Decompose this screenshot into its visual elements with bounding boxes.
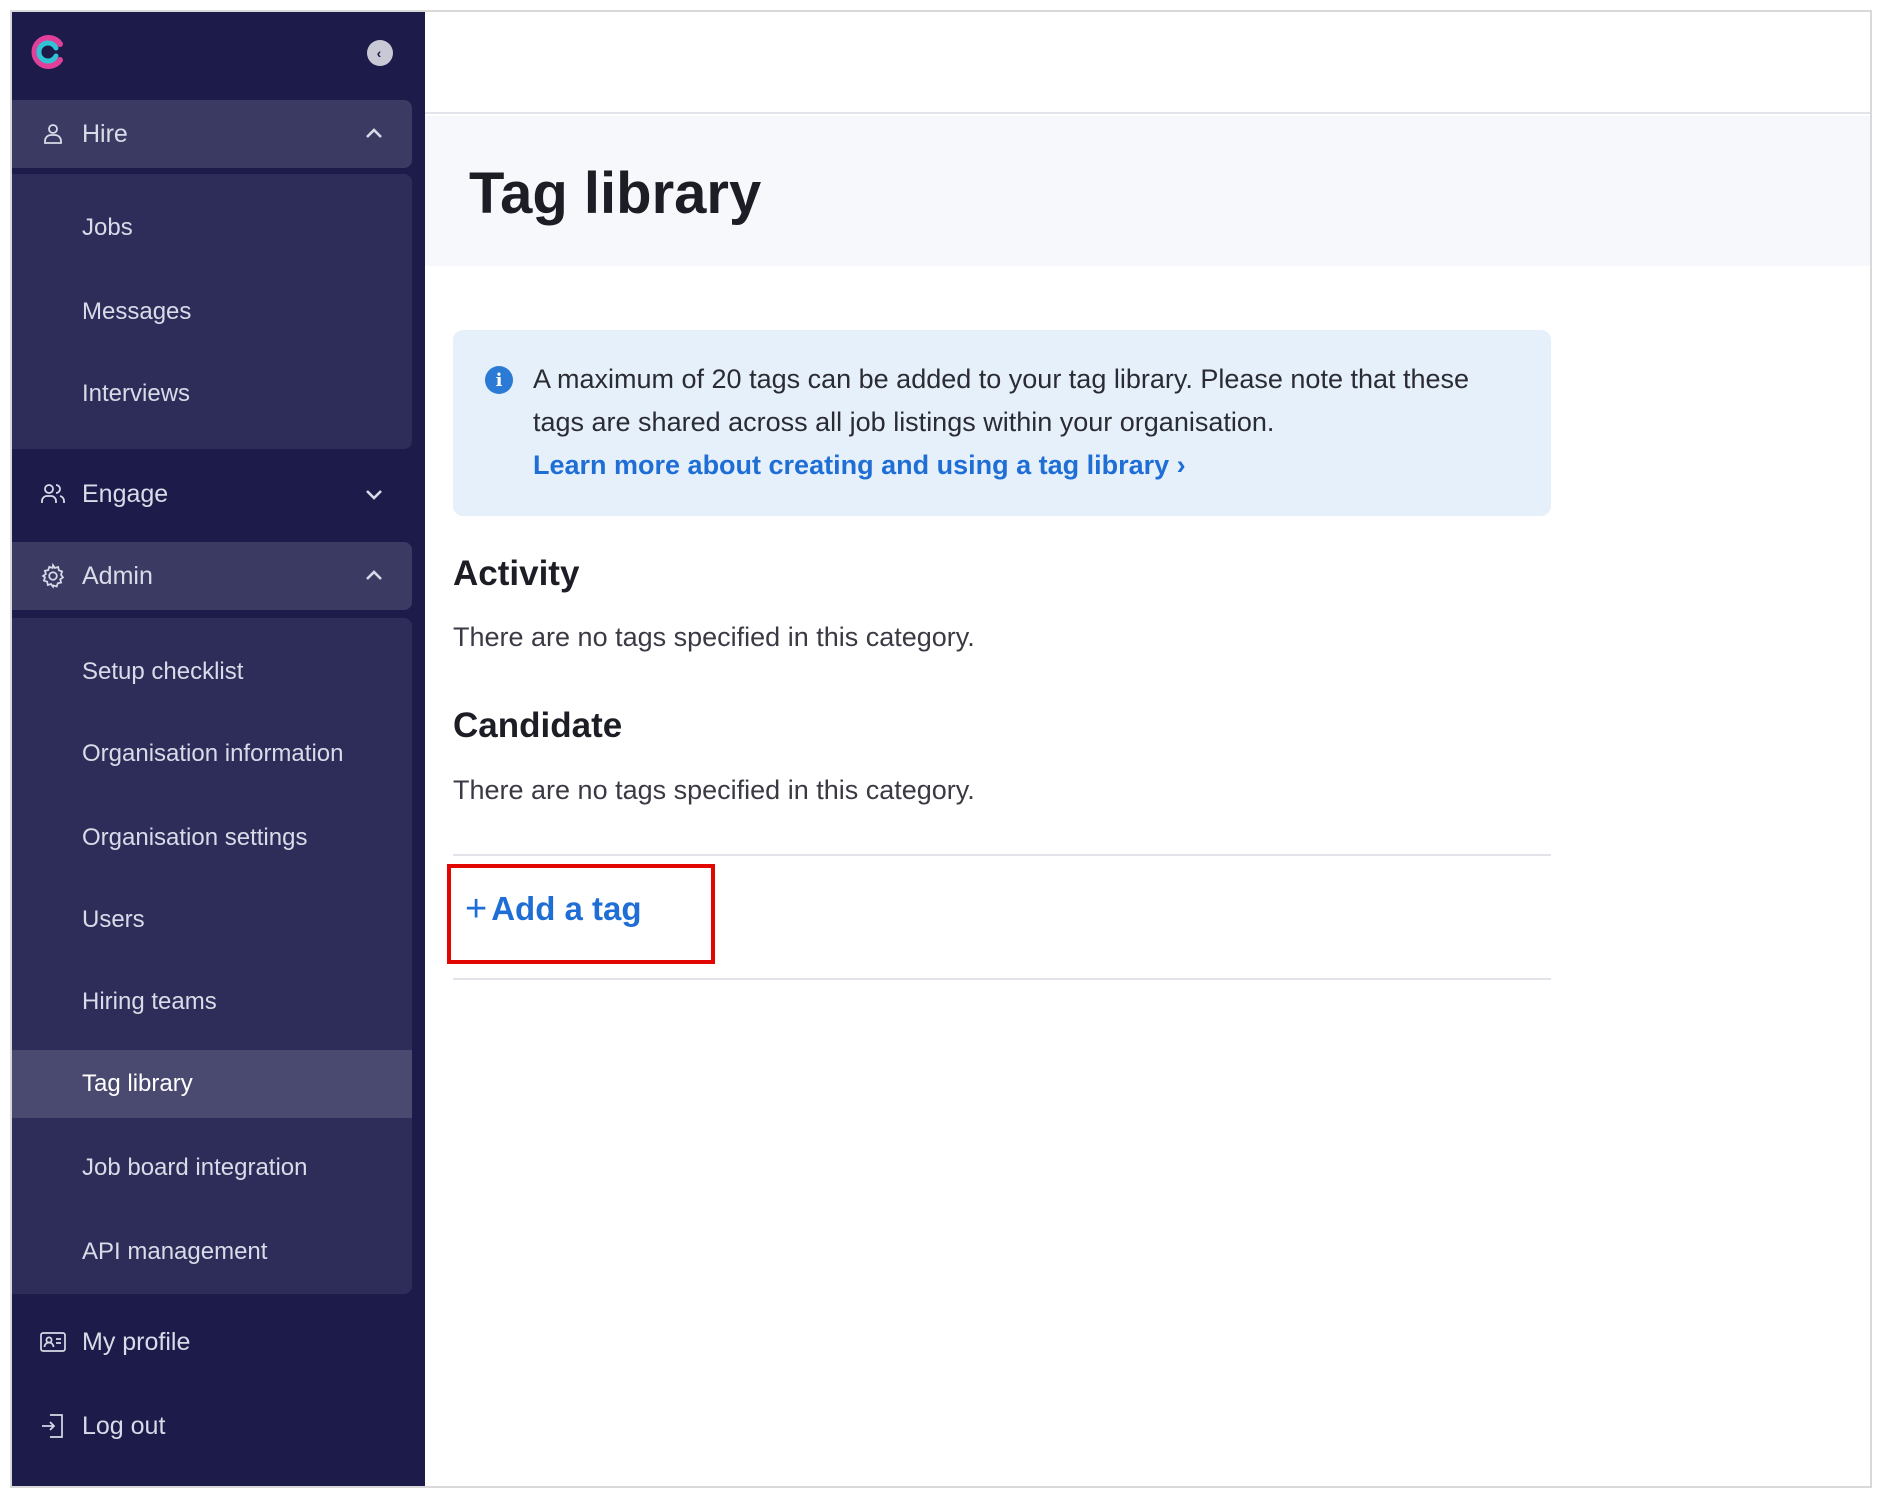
person-icon bbox=[38, 119, 68, 149]
divider bbox=[453, 854, 1551, 856]
sidebar-item-users[interactable]: Users bbox=[12, 886, 412, 954]
learn-more-link[interactable]: Learn more about creating and using a ta… bbox=[533, 444, 1186, 487]
admin-submenu: Setup checklist Organisation information… bbox=[12, 618, 412, 1294]
nav-section-hire[interactable]: Hire bbox=[12, 100, 412, 168]
logo-icon[interactable] bbox=[26, 34, 70, 70]
top-bar bbox=[425, 12, 1870, 114]
logout-icon bbox=[38, 1411, 68, 1441]
nav-log-out[interactable]: Log out bbox=[12, 1392, 412, 1460]
sidebar-item-setup-checklist[interactable]: Setup checklist bbox=[12, 638, 412, 706]
plus-icon: + bbox=[465, 888, 488, 930]
people-icon bbox=[38, 479, 68, 509]
info-banner: i A maximum of 20 tags can be added to y… bbox=[453, 330, 1551, 516]
sidebar-item-messages[interactable]: Messages bbox=[12, 278, 412, 346]
app-window: ‹ Hire Jobs Messages Interviews Engage A… bbox=[10, 10, 1872, 1488]
id-card-icon bbox=[38, 1327, 68, 1357]
info-icon: i bbox=[485, 366, 513, 394]
chevron-up-icon bbox=[366, 570, 382, 580]
sidebar: ‹ Hire Jobs Messages Interviews Engage A… bbox=[12, 12, 425, 1486]
sidebar-item-tag-library[interactable]: Tag library bbox=[12, 1050, 412, 1118]
category-empty-activity: There are no tags specified in this cate… bbox=[453, 622, 975, 652]
sidebar-item-organisation-information[interactable]: Organisation information bbox=[12, 720, 412, 788]
divider bbox=[453, 978, 1551, 980]
hire-submenu: Jobs Messages Interviews bbox=[12, 174, 412, 449]
add-tag-button[interactable]: + Add a tag bbox=[465, 890, 642, 928]
chevron-down-icon bbox=[366, 490, 382, 500]
nav-section-admin[interactable]: Admin bbox=[12, 542, 412, 610]
page-header: Tag library bbox=[425, 116, 1870, 266]
sidebar-item-interviews[interactable]: Interviews bbox=[12, 360, 412, 428]
nav-label: Log out bbox=[82, 1411, 166, 1440]
category-heading-candidate: Candidate bbox=[453, 706, 623, 745]
category-empty-candidate: There are no tags specified in this cate… bbox=[453, 775, 975, 805]
nav-section-label: Engage bbox=[82, 479, 169, 508]
nav-label: My profile bbox=[82, 1327, 191, 1356]
nav-section-label: Admin bbox=[82, 561, 153, 590]
nav-section-engage[interactable]: Engage bbox=[12, 460, 412, 528]
add-tag-label: Add a tag bbox=[491, 890, 642, 927]
sidebar-item-hiring-teams[interactable]: Hiring teams bbox=[12, 968, 412, 1036]
nav-section-label: Hire bbox=[82, 119, 128, 148]
sidebar-item-organisation-settings[interactable]: Organisation settings bbox=[12, 804, 412, 872]
info-text: A maximum of 20 tags can be added to you… bbox=[533, 364, 1470, 437]
sidebar-item-jobs[interactable]: Jobs bbox=[12, 194, 412, 262]
category-heading-activity: Activity bbox=[453, 554, 580, 593]
chevron-left-icon: ‹ bbox=[376, 45, 382, 61]
sidebar-item-api-management[interactable]: API management bbox=[12, 1218, 412, 1286]
collapse-sidebar-button[interactable]: ‹ bbox=[367, 40, 393, 66]
page-title: Tag library bbox=[469, 161, 762, 226]
nav-my-profile[interactable]: My profile bbox=[12, 1308, 412, 1376]
chevron-up-icon bbox=[366, 128, 382, 138]
sidebar-item-job-board-integration[interactable]: Job board integration bbox=[12, 1134, 412, 1202]
main-content: Tag library i A maximum of 20 tags can b… bbox=[425, 12, 1870, 1486]
gear-icon bbox=[38, 561, 68, 591]
